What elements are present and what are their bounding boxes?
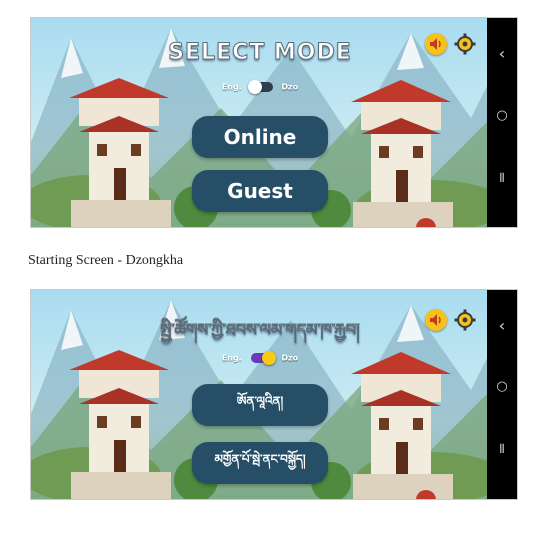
guest-button[interactable]: Guest	[192, 170, 328, 212]
switch-knob	[247, 80, 262, 94]
dzongkha-mode-screenshot: སྤྱི་ཚོགས་ཀྱི་ཐབས་ལམ་གདམ་ཁ་རྐྱབ། Eng. Dz…	[30, 289, 518, 500]
english-mode-screenshot: SELECT MODE Eng. Dzo Online Guest ˄ ‹ ○ …	[30, 17, 518, 228]
chevron-up-icon[interactable]: ˄	[487, 18, 517, 27]
switch-knob	[261, 351, 276, 365]
android-nav-bar: ˄ ‹ ○ ⦀	[487, 290, 517, 499]
guest-button[interactable]: མགྱོན་པོ་སྦེ་ནང་བསྐྱོད།	[192, 442, 328, 484]
toggle-label-english: Eng.	[221, 82, 242, 92]
language-toggle-row: Eng. Dzo	[31, 80, 489, 94]
game-scene: སྤྱི་ཚོགས་ཀྱི་ཐབས་ལམ་གདམ་ཁ་རྐྱབ། Eng. Dz…	[31, 290, 489, 499]
language-switch[interactable]	[247, 80, 273, 94]
page-title: སྤྱི་ཚོགས་ཀྱི་ཐབས་ལམ་གདམ་ཁ་རྐྱབ།	[160, 320, 360, 340]
android-nav-bar: ˄ ‹ ○ ⦀	[487, 18, 517, 227]
toggle-label-dzongkha: Dzo	[281, 353, 299, 363]
online-button[interactable]: ཨོན་ལཱའིན།	[192, 384, 328, 426]
speaker-icon[interactable]	[425, 33, 447, 55]
back-icon[interactable]: ‹	[487, 44, 517, 63]
recents-icon[interactable]: ⦀	[487, 442, 517, 457]
home-icon[interactable]: ○	[487, 379, 517, 394]
back-icon[interactable]: ‹	[487, 316, 517, 335]
game-scene: SELECT MODE Eng. Dzo Online Guest	[31, 18, 489, 227]
toggle-label-english: Eng.	[221, 353, 242, 363]
toggle-label-dzongkha: Dzo	[281, 82, 299, 92]
gear-icon[interactable]	[454, 33, 476, 55]
language-switch[interactable]	[250, 351, 276, 365]
speaker-icon[interactable]	[425, 309, 447, 331]
recents-icon[interactable]: ⦀	[487, 171, 517, 186]
page-title: SELECT MODE	[168, 40, 352, 66]
online-button[interactable]: Online	[192, 116, 328, 158]
chevron-up-icon[interactable]: ˄	[487, 290, 517, 299]
language-toggle-row: Eng. Dzo	[31, 351, 489, 365]
home-icon[interactable]: ○	[487, 108, 517, 123]
gear-icon[interactable]	[454, 309, 476, 331]
figure-caption: Starting Screen - Dzongkha	[28, 253, 184, 268]
